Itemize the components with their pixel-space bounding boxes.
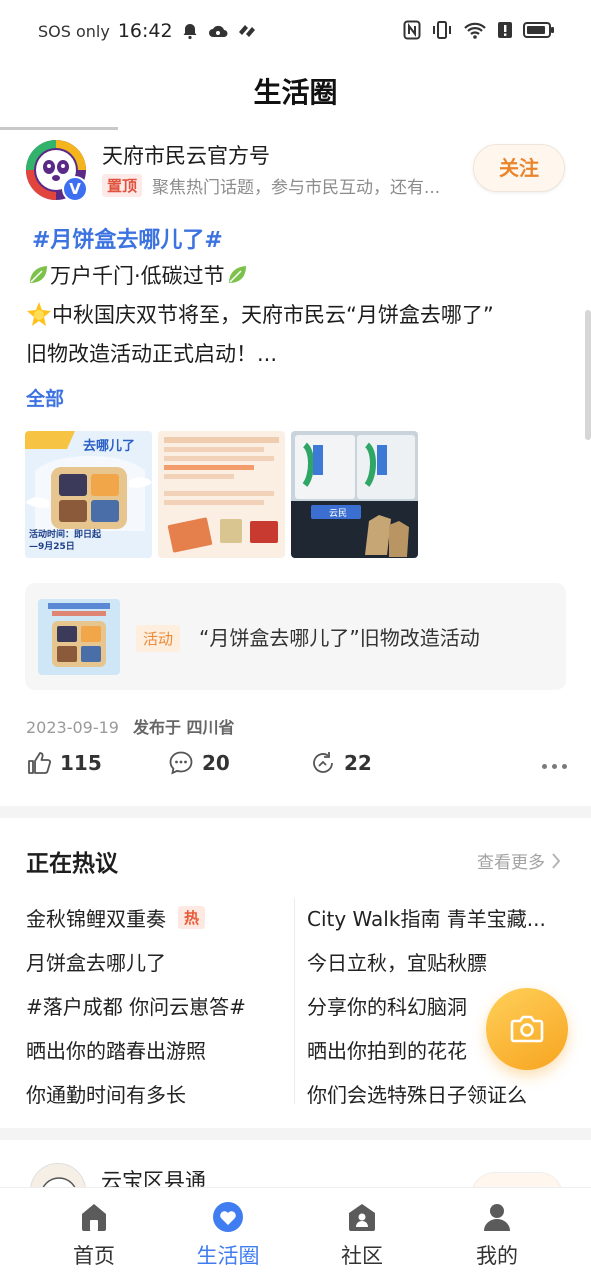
verified-badge-icon: V [62, 176, 88, 202]
bottom-navigation: 首页 生活圈 社区 我的 [0, 1187, 591, 1280]
share-count: 22 [344, 751, 372, 775]
thumbs-up-icon [28, 752, 52, 774]
section-divider [0, 806, 591, 818]
more-options-icon[interactable] [542, 764, 567, 769]
battery-icon [523, 22, 554, 38]
follow-button[interactable]: 关注 [473, 144, 565, 192]
nav-item-life-circle[interactable]: 生活圈 [178, 1200, 278, 1270]
thumb1-title: 去哪儿了 [83, 439, 136, 454]
thumb3-caption: 云民 [329, 509, 348, 519]
topic-hashtag[interactable]: #月饼盒去哪儿了# [32, 222, 223, 254]
post-image-2[interactable] [158, 431, 285, 558]
activity-thumbnail [38, 599, 120, 675]
leaf-icon [228, 266, 246, 283]
comment-icon [169, 751, 193, 775]
section-divider [0, 1128, 591, 1140]
hot-topic-item[interactable]: 晒出你的踏春出游照 [26, 1027, 246, 1071]
see-more-link[interactable]: 查看更多 [477, 848, 561, 873]
share-button[interactable]: 22 [310, 750, 372, 776]
nav-item-mine[interactable]: 我的 [447, 1200, 547, 1270]
like-button[interactable]: 115 [26, 750, 102, 776]
post-image-1[interactable]: 去哪儿了 活动时间：即日起—9月25日 [25, 431, 152, 558]
product-boxes-photo-icon [291, 431, 418, 558]
star-icon [27, 302, 51, 326]
hot-topic-item[interactable]: 你通勤时间有多长 [26, 1071, 246, 1115]
bell-icon [183, 24, 197, 40]
app-notification-icon [238, 25, 255, 37]
clock: 16:42 [117, 20, 173, 42]
hot-tag-badge: 热 [178, 905, 206, 929]
heart-circle-icon [213, 1202, 243, 1232]
post-text-line-2: 中秋国庆双节将至，天府市民云“月饼盒去哪了” [26, 299, 494, 329]
vibrate-icon [433, 21, 451, 39]
scrollbar[interactable] [585, 310, 591, 440]
hot-topic-item[interactable]: 今日立秋，宜贴秋膘 [307, 939, 546, 983]
top-scroll-indicator [0, 127, 118, 130]
hot-topics-title: 正在热议 [26, 851, 118, 877]
page-header: 生活圈 [0, 70, 591, 120]
leaf-icon [30, 266, 47, 283]
post-actions: 115 20 22 [26, 750, 571, 784]
mooncake-box-illustration-icon [38, 599, 120, 675]
post-text-line-3: 旧物改造活动正式启动！... [26, 342, 278, 366]
community-icon [349, 1204, 375, 1231]
nav-item-community[interactable]: 社区 [312, 1200, 412, 1270]
thumb1-caption: 活动时间：即日起—9月25日 [29, 530, 102, 552]
home-icon [82, 1204, 106, 1231]
activity-badge: 活动 [136, 625, 181, 652]
share-icon [313, 752, 333, 773]
hot-topic-item[interactable]: City Walk指南 青羊宝藏... [307, 895, 546, 939]
comment-button[interactable]: 20 [168, 750, 230, 776]
activity-title[interactable]: “月饼盒去哪儿了”旧物改造活动 [199, 622, 480, 651]
post-date: 2023-09-19 [26, 718, 119, 737]
author-description: 聚焦热门话题，参与市民互动，还有... [152, 178, 441, 198]
nfc-icon [403, 20, 421, 40]
user-icon [484, 1204, 510, 1231]
chevron-right-icon [552, 852, 561, 869]
page-title: 生活圈 [253, 76, 338, 109]
hot-topic-item[interactable]: #落户成都 你问云崽答# [26, 983, 246, 1027]
like-count: 115 [60, 751, 102, 775]
post-location: 发布于 四川省 [132, 718, 235, 737]
post-image-3[interactable]: 云民 [291, 431, 418, 558]
post-text-line-1: 万户千门·低碳过节 [26, 260, 249, 290]
craft-instructions-illustration-icon [158, 431, 285, 558]
wifi-icon [464, 22, 486, 39]
carrier-text: SOS only [38, 21, 110, 41]
post-meta: 2023-09-19 发布于 四川省 [26, 714, 235, 738]
status-bar: SOS only 16:42 [0, 0, 591, 64]
hot-topic-item[interactable]: 你们会选特殊日子领证么 [307, 1071, 546, 1115]
hot-topic-item[interactable]: 月饼盒去哪儿了 [26, 939, 246, 983]
post-images: 去哪儿了 活动时间：即日起—9月25日 云民 [25, 431, 418, 558]
camera-icon [510, 1015, 544, 1043]
activity-card[interactable]: 活动 “月饼盒去哪儿了”旧物改造活动 [25, 583, 566, 690]
alert-icon [498, 22, 512, 38]
post-author[interactable]: V 天府市民云官方号 置顶 聚焦热门话题，参与市民互动，还有... 关注 [24, 138, 569, 204]
author-name[interactable]: 天府市民云官方号 [102, 140, 270, 170]
cloud-icon [208, 25, 228, 37]
hot-topics-left-column: 金秋锦鲤双重奏热 月饼盒去哪儿了 #落户成都 你问云崽答# 晒出你的踏春出游照 … [26, 895, 246, 1115]
comment-count: 20 [202, 751, 230, 775]
nav-item-home[interactable]: 首页 [44, 1200, 144, 1270]
camera-post-button[interactable] [486, 988, 568, 1070]
expand-full-link[interactable]: 全部 [26, 384, 64, 411]
hot-topic-item[interactable]: 金秋锦鲤双重奏热 [26, 895, 246, 939]
column-divider [294, 898, 295, 1104]
author-avatar[interactable]: V [24, 138, 88, 202]
pinned-badge: 置顶 [102, 174, 143, 197]
